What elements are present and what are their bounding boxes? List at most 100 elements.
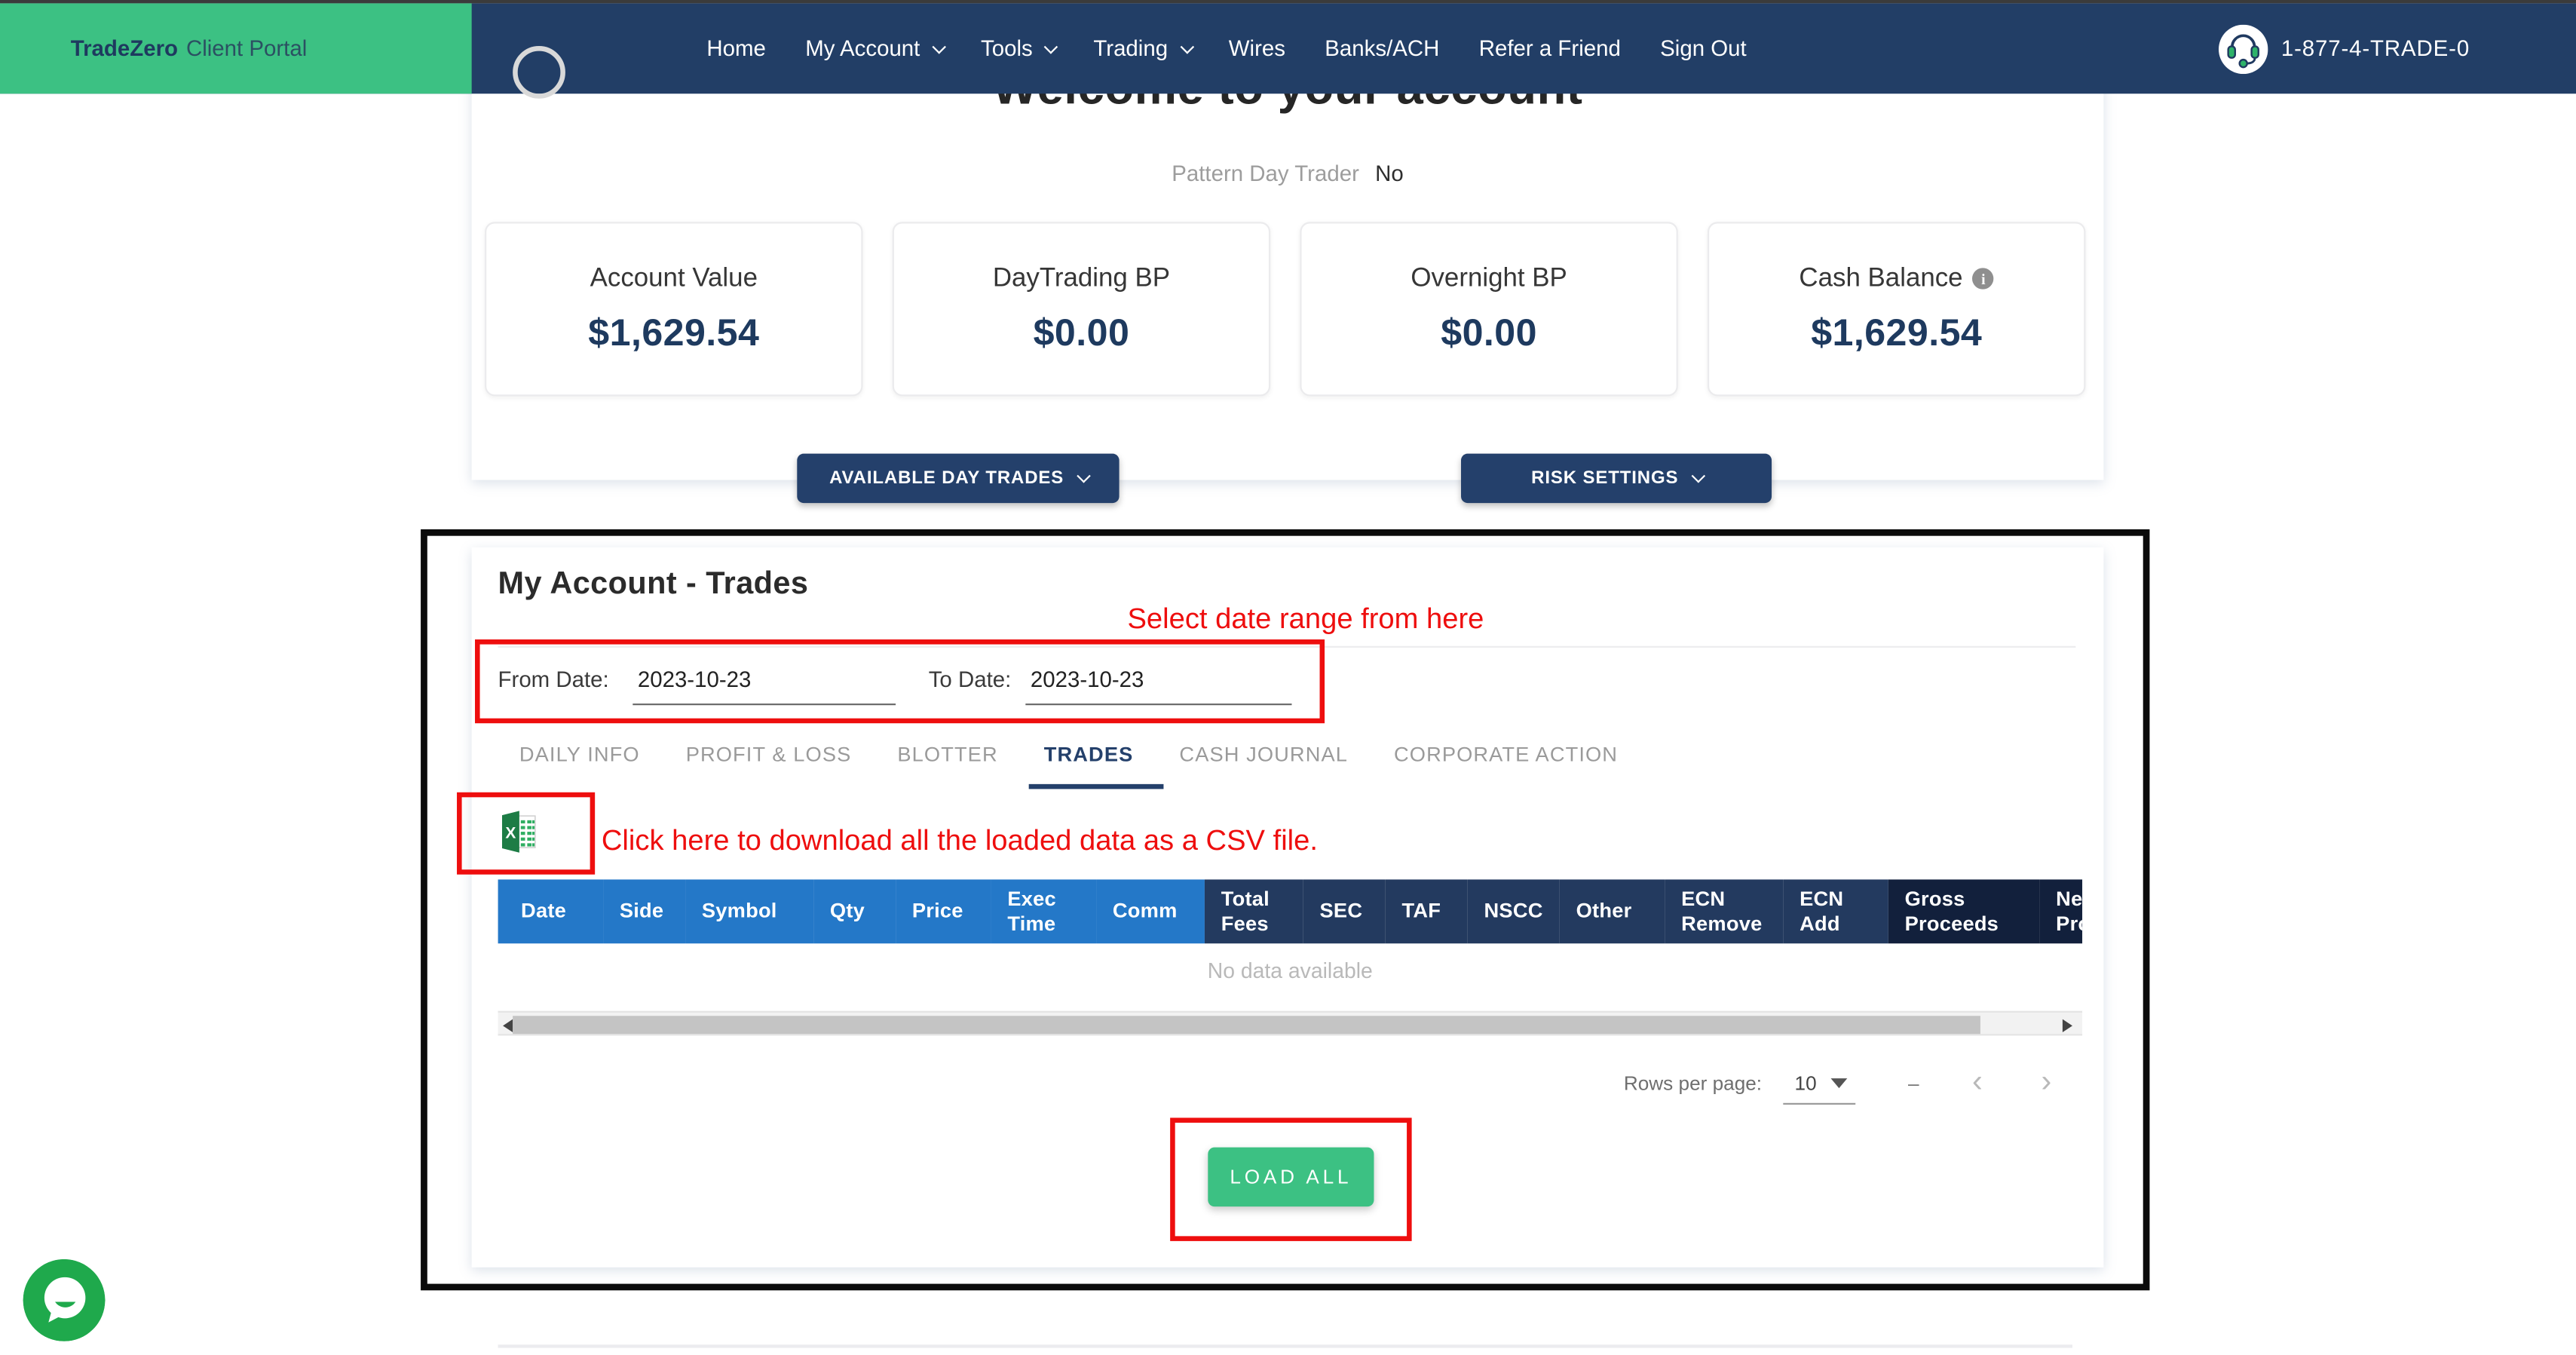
- tab-cash-journal[interactable]: CASH JOURNAL: [1179, 743, 1348, 766]
- nav-item-home[interactable]: Home: [706, 36, 766, 61]
- col-qty: Qty: [813, 879, 896, 943]
- card-value: $0.00: [1034, 310, 1130, 354]
- card-value: $0.00: [1441, 310, 1537, 354]
- col-total-fees: TotalFees: [1205, 879, 1303, 943]
- tab-profit-loss[interactable]: PROFIT & LOSS: [686, 743, 852, 766]
- account-summary-cards: Account Value $1,629.54 DayTrading BP $0…: [485, 222, 2085, 396]
- card-label-text: Cash Balance: [1799, 264, 1962, 293]
- card-label: DayTrading BP: [993, 264, 1170, 293]
- phone-number: 1-877-4-TRADE-0: [2281, 36, 2470, 61]
- next-page-button[interactable]: ›: [2042, 1063, 2052, 1102]
- to-date-underline: [1025, 704, 1291, 705]
- pdt-value: No: [1375, 161, 1404, 186]
- table-header-row: Date Side Symbol Qty Price ExecTime Comm…: [498, 879, 2083, 943]
- divider: [498, 1344, 2072, 1347]
- card-value: $1,629.54: [1811, 310, 1982, 354]
- rows-per-page-select[interactable]: 10: [1795, 1071, 1817, 1095]
- excel-export-icon[interactable]: X: [496, 809, 542, 855]
- chat-widget-button[interactable]: [23, 1259, 106, 1341]
- pattern-day-trader-row: Pattern Day Trader No: [472, 161, 2104, 186]
- active-tab-indicator: [1029, 784, 1164, 789]
- pdt-label: Pattern Day Trader: [1172, 161, 1359, 186]
- nav-item-trading[interactable]: Trading: [1093, 36, 1189, 61]
- select-underline: [1783, 1103, 1855, 1105]
- to-date-input[interactable]: 2023-10-23: [1031, 667, 1144, 692]
- col-nscc: NSCC: [1468, 879, 1560, 943]
- welcome-panel: Welcome to your account Pattern Day Trad…: [472, 49, 2104, 480]
- page-range: –: [1908, 1071, 1919, 1095]
- to-date-label: To Date:: [929, 667, 1012, 692]
- trades-table: Date Side Symbol Qty Price ExecTime Comm…: [498, 879, 2083, 943]
- col-other: Other: [1560, 879, 1665, 943]
- from-date-input[interactable]: 2023-10-23: [638, 667, 752, 692]
- tab-blotter[interactable]: BLOTTER: [897, 743, 997, 766]
- load-all-button[interactable]: LOAD ALL: [1208, 1148, 1374, 1206]
- support-phone: 1-877-4-TRADE-0: [2219, 3, 2470, 94]
- tab-corporate-action[interactable]: CORPORATE ACTION: [1394, 743, 1618, 766]
- nav-label: Refer a Friend: [1479, 36, 1621, 61]
- col-sec: SEC: [1303, 879, 1386, 943]
- from-date-underline: [633, 704, 896, 705]
- button-label: RISK SETTINGS: [1531, 468, 1678, 488]
- tab-daily-info[interactable]: DAILY INFO: [519, 743, 640, 766]
- card-label: Account Value: [590, 264, 758, 293]
- brand-logo[interactable]: TradeZero Client Portal: [0, 3, 472, 94]
- nav-label: Tools: [981, 36, 1033, 61]
- screenshot-stage: TradeZero Client Portal Home My Account …: [0, 0, 2576, 1355]
- scrollbar-thumb[interactable]: [513, 1016, 1980, 1034]
- col-date: Date: [498, 879, 604, 943]
- scroll-left-arrow-icon[interactable]: [503, 1019, 513, 1032]
- card-cash-balance: Cash Balance i $1,629.54: [1708, 222, 2085, 396]
- card-overnight-bp: Overnight BP $0.00: [1300, 222, 1677, 396]
- headset-icon: [2219, 24, 2268, 73]
- table-empty-message: No data available: [498, 958, 2083, 983]
- button-label: AVAILABLE DAY TRADES: [829, 468, 1064, 488]
- card-label: Cash Balance i: [1799, 264, 1994, 293]
- col-exec-time: ExecTime: [991, 879, 1097, 943]
- risk-settings-button[interactable]: RISK SETTINGS: [1461, 454, 1772, 503]
- annotation-csv: Click here to download all the loaded da…: [602, 823, 1318, 858]
- nav-label: Home: [706, 36, 766, 61]
- chevron-down-icon: [1180, 39, 1193, 53]
- col-price: Price: [896, 879, 991, 943]
- card-value: $1,629.54: [588, 310, 759, 354]
- nav-item-tools[interactable]: Tools: [981, 36, 1054, 61]
- select-caret-icon[interactable]: [1831, 1078, 1848, 1088]
- annotation-date-range: Select date range from here: [1127, 602, 1484, 636]
- nav-label: Wires: [1229, 36, 1285, 61]
- scroll-right-arrow-icon[interactable]: [2063, 1019, 2072, 1032]
- previous-page-button[interactable]: ‹: [1972, 1063, 1983, 1102]
- col-ecn-remove: ECNRemove: [1665, 879, 1783, 943]
- nav-label: Banks/ACH: [1325, 36, 1439, 61]
- available-day-trades-button[interactable]: AVAILABLE DAY TRADES: [797, 454, 1119, 503]
- nav-item-wires[interactable]: Wires: [1229, 36, 1285, 61]
- chevron-down-icon: [1692, 469, 1705, 483]
- trades-panel: My Account - Trades Select date range fr…: [472, 547, 2104, 1268]
- col-gross-proceeds: GrossProceeds: [1888, 879, 2040, 943]
- brand-name: TradeZero: [71, 36, 178, 61]
- horizontal-scrollbar[interactable]: [498, 1011, 2083, 1036]
- nav-item-my-account[interactable]: My Account: [805, 36, 941, 61]
- tab-bar: DAILY INFO PROFIT & LOSS BLOTTER TRADES …: [519, 743, 1618, 766]
- nav-item-refer-a-friend[interactable]: Refer a Friend: [1479, 36, 1621, 61]
- main-nav: Home My Account Tools Trading Wires Bank…: [706, 3, 1746, 94]
- avatar: [513, 46, 565, 99]
- chevron-down-icon: [932, 39, 945, 53]
- section-title: My Account - Trades: [498, 567, 809, 603]
- chevron-down-icon: [1077, 469, 1091, 483]
- nav-item-sign-out[interactable]: Sign Out: [1660, 36, 1747, 61]
- card-account-value: Account Value $1,629.54: [485, 222, 862, 396]
- svg-text:X: X: [505, 825, 516, 842]
- chevron-down-icon: [1044, 39, 1058, 53]
- page-root: TradeZero Client Portal Home My Account …: [0, 0, 2576, 1355]
- card-label: Overnight BP: [1411, 264, 1567, 293]
- from-date-label: From Date:: [498, 667, 609, 692]
- nav-label: Trading: [1093, 36, 1168, 61]
- button-label: LOAD ALL: [1230, 1166, 1352, 1189]
- info-icon[interactable]: i: [1973, 268, 1994, 289]
- col-net-proceeds: NetProceeds: [2039, 879, 2082, 943]
- col-comm: Comm: [1096, 879, 1205, 943]
- nav-item-banks-ach[interactable]: Banks/ACH: [1325, 36, 1439, 61]
- tab-trades[interactable]: TRADES: [1044, 743, 1134, 766]
- nav-label: Sign Out: [1660, 36, 1747, 61]
